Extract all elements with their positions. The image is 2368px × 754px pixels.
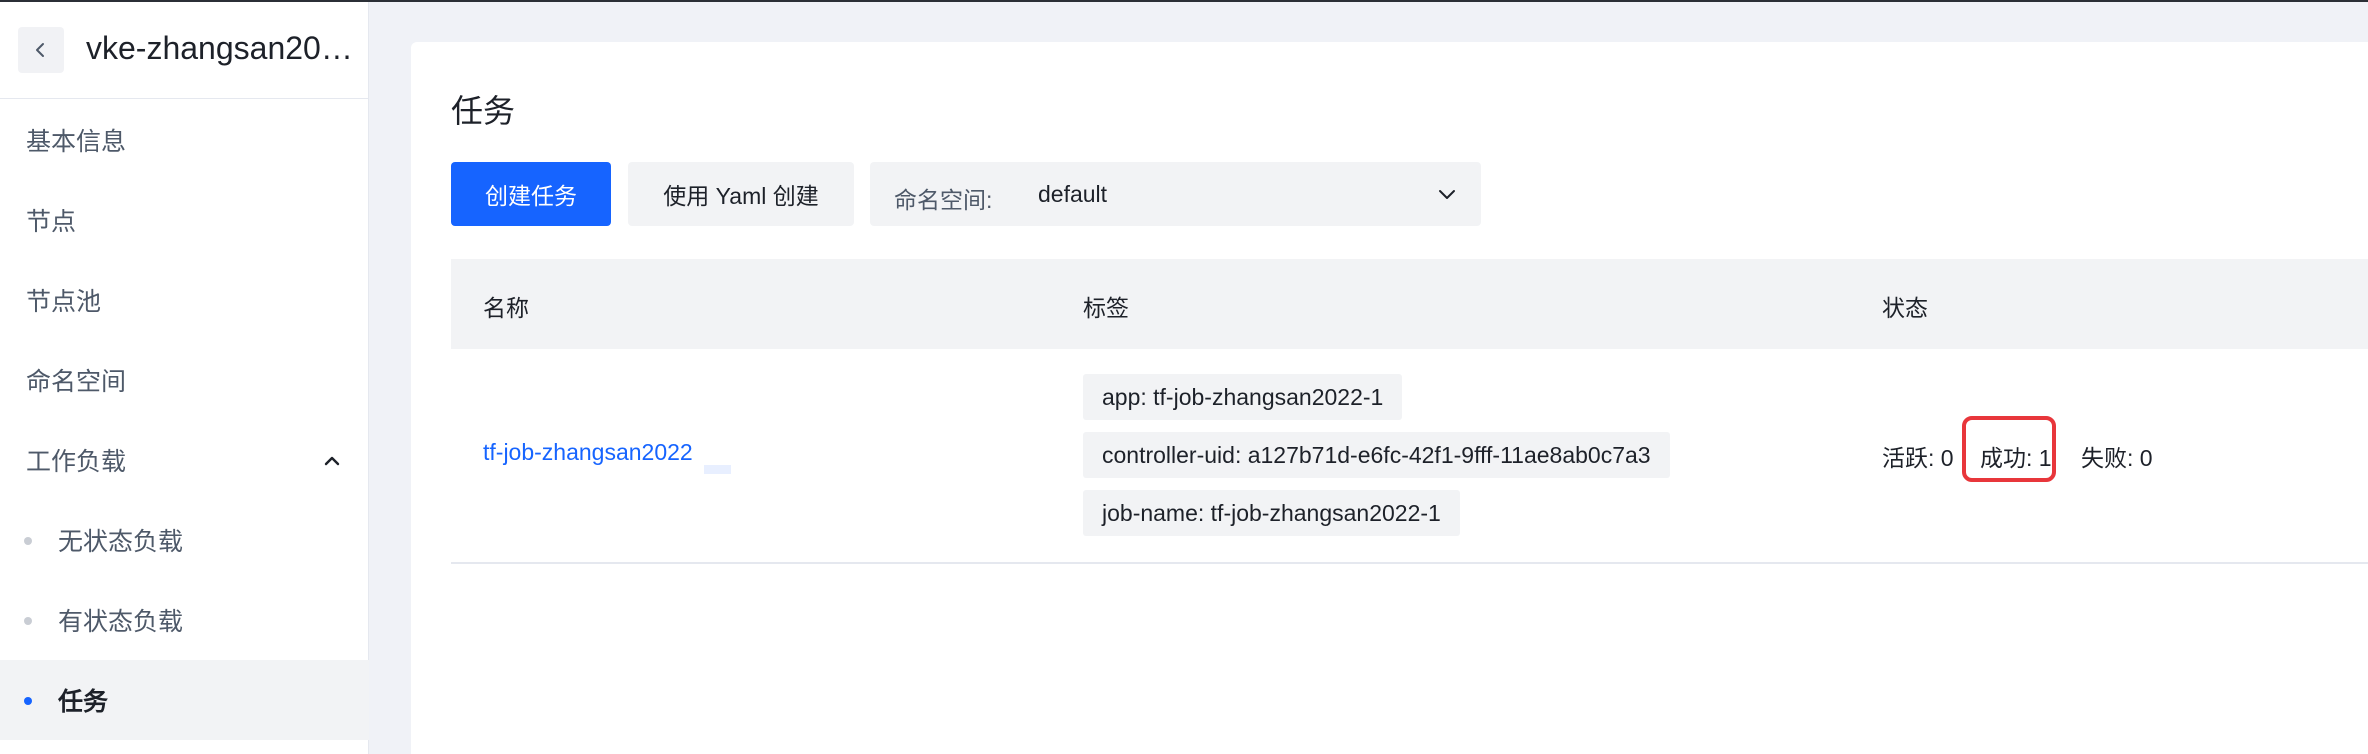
bullet-dot-icon [24, 697, 32, 705]
column-header-labels: 标签 [1083, 295, 1129, 321]
column-header-status: 状态 [1882, 295, 1928, 321]
sidebar-item-statefulsets[interactable]: 有状态负载 [0, 580, 369, 660]
bullet-dot-icon [24, 617, 32, 625]
cluster-title: vke-zhangsan2022-1 [86, 30, 356, 66]
sidebar-item-jobs[interactable]: 任务 [0, 660, 369, 740]
jobs-table: 名称 标签 状态 tf-job-zhangsan2022 app: tf-job… [451, 259, 2368, 564]
highlight-annotation-box [1962, 416, 2056, 482]
table-header: 名称 标签 状态 [451, 259, 2368, 349]
sidebar-menu: 基本信息 节点 节点池 命名空间 工作负载 无状态负载 有状态负载 任务 [0, 100, 369, 740]
sidebar-item-label: 基本信息 [26, 128, 127, 156]
namespace-select[interactable]: 命名空间: default [870, 162, 1481, 226]
sidebar-item-label: 节点 [26, 208, 77, 236]
back-button[interactable] [18, 27, 64, 73]
chevron-up-icon [324, 456, 340, 466]
link-highlight-mark [704, 465, 731, 474]
sidebar-item-label: 无状态负载 [58, 528, 184, 556]
sidebar-item-label: 有状态负载 [58, 608, 184, 636]
sidebar-item-node-pools[interactable]: 节点池 [0, 260, 369, 340]
sidebar-item-namespaces[interactable]: 命名空间 [0, 340, 369, 420]
sidebar-item-deployments[interactable]: 无状态负载 [0, 500, 369, 580]
sidebar-item-nodes[interactable]: 节点 [0, 180, 369, 260]
sidebar-item-label: 节点池 [26, 288, 102, 316]
status-failed: 失败: 0 [2081, 445, 2153, 471]
chevron-left-icon [36, 43, 44, 57]
column-header-name: 名称 [483, 295, 529, 321]
job-name-link[interactable]: tf-job-zhangsan2022 [483, 439, 693, 466]
table-row: tf-job-zhangsan2022 app: tf-job-zhangsan… [451, 349, 2368, 564]
chevron-down-icon [1439, 190, 1455, 199]
main-card: 任务 创建任务 使用 Yaml 创建 命名空间: default 名称 标签 状… [411, 42, 2368, 754]
sidebar: vke-zhangsan2022-1 基本信息 节点 节点池 命名空间 工作负载… [0, 2, 369, 754]
sidebar-header: vke-zhangsan2022-1 [0, 2, 369, 99]
sidebar-item-basic-info[interactable]: 基本信息 [0, 100, 369, 180]
status-active: 活跃: 0 [1882, 445, 1954, 471]
bullet-dot-icon [24, 537, 32, 545]
sidebar-item-label: 任务 [58, 688, 109, 716]
namespace-value: default [1038, 181, 1108, 207]
namespace-label: 命名空间: [894, 187, 993, 213]
sidebar-item-workloads[interactable]: 工作负载 [0, 420, 369, 500]
sidebar-item-label: 工作负载 [26, 448, 127, 476]
label-tag: app: tf-job-zhangsan2022-1 [1083, 374, 1403, 420]
label-tag: job-name: tf-job-zhangsan2022-1 [1083, 490, 1460, 536]
create-with-yaml-button[interactable]: 使用 Yaml 创建 [628, 162, 854, 226]
sidebar-item-label: 命名空间 [26, 368, 127, 396]
label-tag: controller-uid: a127b71d-e6fc-42f1-9fff-… [1083, 432, 1670, 478]
page-title: 任务 [451, 93, 516, 129]
create-job-button[interactable]: 创建任务 [451, 162, 611, 226]
